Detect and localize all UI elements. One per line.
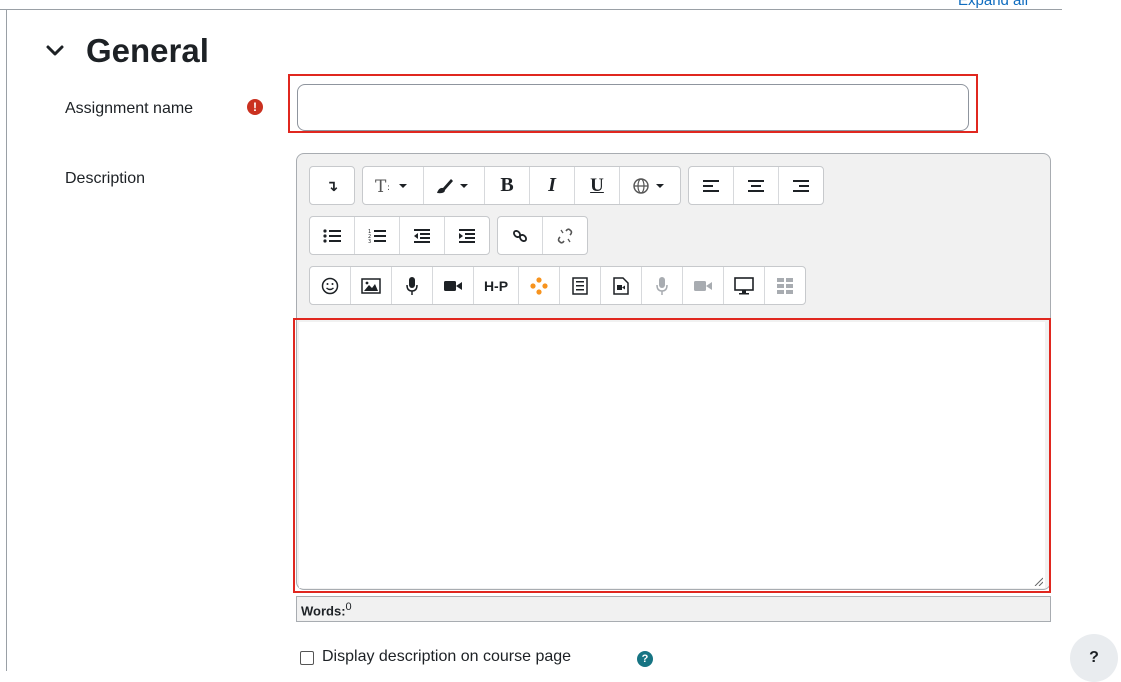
- bold-button[interactable]: B: [485, 167, 530, 204]
- bullet-list-icon: [323, 228, 341, 243]
- align-right-button[interactable]: [779, 167, 823, 204]
- font-size-button[interactable]: T:: [363, 167, 424, 204]
- assignment-name-label: Assignment name: [65, 100, 194, 117]
- outdent-button[interactable]: [400, 217, 445, 254]
- highlight-box-description: [293, 318, 1051, 593]
- words-label: Words:: [301, 603, 346, 619]
- table-button[interactable]: [765, 267, 805, 304]
- svg-text:3: 3: [368, 239, 371, 244]
- italic-button[interactable]: I: [530, 167, 575, 204]
- page-border-left: [6, 9, 7, 671]
- toolbar-row-1: ↴ T: B I U: [309, 166, 824, 205]
- description-label: Description: [65, 170, 146, 187]
- table-icon: [777, 277, 793, 294]
- font-size-icon: T:: [375, 177, 407, 196]
- align-center-icon: [748, 179, 764, 192]
- orange-dots-icon: [530, 276, 548, 295]
- word-count-bar: Words:0: [296, 596, 1051, 622]
- toolbar-row-3: H-P: [309, 266, 806, 305]
- section-header-general[interactable]: General: [44, 32, 209, 70]
- record-video-disabled-button[interactable]: [683, 267, 724, 304]
- media-file-icon: [613, 276, 629, 295]
- image-icon: [361, 277, 381, 294]
- assignment-name-input[interactable]: [297, 84, 969, 131]
- paintbrush-icon: [437, 178, 468, 193]
- language-button[interactable]: [620, 167, 680, 204]
- paintbrush-button[interactable]: [424, 167, 485, 204]
- link-button[interactable]: [498, 217, 543, 254]
- link-icon: [513, 229, 527, 242]
- display-description-checkbox[interactable]: [300, 651, 314, 665]
- monitor-icon: [734, 276, 754, 294]
- template-button[interactable]: [560, 267, 601, 304]
- record-audio-disabled-button[interactable]: [642, 267, 683, 304]
- screen-button[interactable]: [724, 267, 765, 304]
- record-video-button[interactable]: [433, 267, 474, 304]
- document-list-icon: [572, 276, 588, 295]
- underline-button[interactable]: U: [575, 167, 620, 204]
- bullet-list-button[interactable]: [310, 217, 355, 254]
- page-border-top: [0, 9, 1062, 10]
- align-right-icon: [793, 179, 809, 192]
- globe-icon: [633, 177, 664, 194]
- unlink-icon: [557, 227, 573, 244]
- video-camera-icon: [694, 280, 712, 291]
- display-description-label[interactable]: Display description on course page: [322, 648, 571, 666]
- align-center-button[interactable]: [734, 167, 779, 204]
- indent-button[interactable]: [445, 217, 489, 254]
- align-left-icon: [703, 179, 719, 192]
- help-icon[interactable]: ?: [637, 651, 653, 667]
- microphone-icon: [406, 276, 418, 295]
- words-count: 0: [345, 601, 352, 613]
- outdent-icon: [414, 228, 430, 243]
- svg-text:T: T: [375, 177, 387, 196]
- toolbar-toggle-button[interactable]: ↴: [310, 167, 354, 204]
- media-plugin-button[interactable]: [519, 267, 560, 304]
- section-title: General: [86, 32, 209, 69]
- microphone-icon: [656, 276, 668, 295]
- expand-all-link[interactable]: Expand all: [958, 0, 1028, 9]
- required-icon: !: [247, 99, 263, 115]
- h5p-button[interactable]: H-P: [474, 267, 519, 304]
- indent-icon: [459, 228, 475, 243]
- toolbar-row-2: 123: [309, 216, 588, 255]
- numbered-list-icon: 123: [368, 229, 386, 244]
- emoticon-button[interactable]: [310, 267, 351, 304]
- video-camera-icon: [444, 280, 462, 291]
- numbered-list-button[interactable]: 123: [355, 217, 400, 254]
- image-button[interactable]: [351, 267, 392, 304]
- svg-text::: :: [387, 183, 390, 193]
- media-file-button[interactable]: [601, 267, 642, 304]
- chevron-down-icon: [46, 45, 64, 56]
- unlink-button[interactable]: [543, 217, 587, 254]
- align-left-button[interactable]: [689, 167, 734, 204]
- smiley-icon: [321, 277, 339, 294]
- record-audio-button[interactable]: [392, 267, 433, 304]
- help-button[interactable]: ?: [1070, 634, 1118, 682]
